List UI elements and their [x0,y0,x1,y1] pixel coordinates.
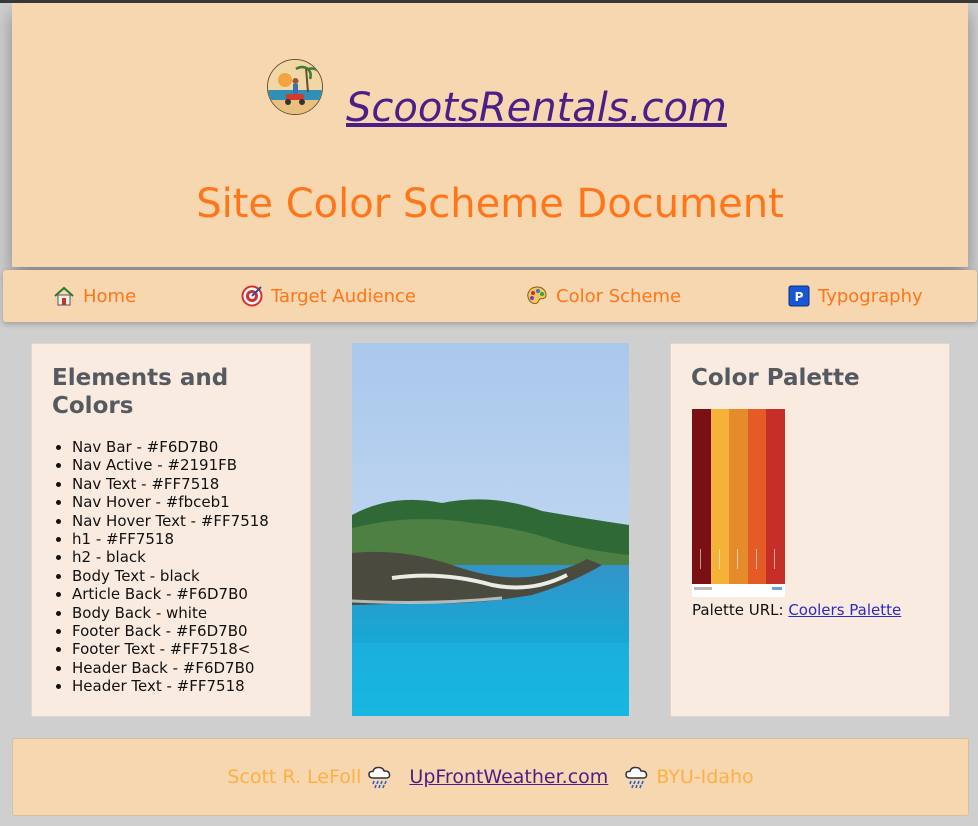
list-item: Nav Hover Text - #FF7518 [72,512,269,530]
nav-item-home[interactable]: Home [53,283,136,309]
nav-item-typography[interactable]: P Typography [788,283,923,309]
list-item: Header Back - #F6D7B0 [72,659,269,677]
palette-image [692,409,785,597]
palette-swatch [729,409,748,584]
page-title: Site Color Scheme Document [196,181,784,227]
nav-item-color-scheme[interactable]: Color Scheme [526,283,681,309]
list-item: Nav Active - #2191FB [72,456,269,474]
p-icon: P [788,285,810,307]
palette-swatch [710,409,730,584]
palette-swatch [692,409,711,584]
palette-heading: Color Palette [691,365,860,391]
list-item: Nav Bar - #F6D7B0 [72,438,269,456]
palette-footer-mark [694,587,712,590]
footer-author: Scott R. LeFoll [227,766,362,788]
svg-text:P: P [795,290,804,304]
list-item: Article Back - #F6D7B0 [72,585,269,603]
page-footer: Scott R. LeFoll UpFrontWeather.com BYU-I… [12,738,969,816]
elements-heading: Elements and Colors [52,365,229,419]
palette-url-label: Palette URL: [692,601,784,619]
palette-footer-mark [772,587,782,590]
list-item: Header Text - #FF7518 [72,677,269,695]
coolers-palette-link[interactable]: Coolers Palette [788,601,901,619]
nav-label: Typography [818,285,923,307]
elements-colors-card: Elements and Colors Nav Bar - #F6D7B0 Na… [31,343,311,717]
rain-cloud-icon [624,765,650,789]
color-palette-card: Color Palette Palette URL: Coolers Palet… [670,343,950,717]
weather-site-link[interactable]: UpFrontWeather.com [409,766,608,788]
nav-item-target-audience[interactable]: Target Audience [241,283,416,309]
scooter-logo-icon [267,59,323,115]
list-item: h1 - #FF7518 [72,530,269,548]
target-icon [241,285,263,307]
list-item: Body Text - black [72,567,269,585]
rain-cloud-icon [367,765,393,789]
beach-photo [352,343,629,716]
nav-label: Home [83,285,137,307]
list-item: h2 - black [72,548,269,566]
list-item: Footer Text - #FF7518< [72,640,269,658]
list-item: Nav Hover - #fbceb1 [72,493,269,511]
nav-label: Color Scheme [556,285,682,307]
list-item: Body Back - white [72,604,269,622]
list-item: Nav Text - #FF7518 [72,475,269,493]
palette-swatch [766,409,785,584]
house-icon [53,285,75,307]
palette-url-line: Palette URL: Coolers Palette [692,601,901,619]
elements-list: Nav Bar - #F6D7B0 Nav Active - #2191FB N… [52,438,269,696]
footer-school: BYU-Idaho [656,766,754,788]
main-nav: Home Target Audience Color Scheme P Typo… [3,270,977,322]
palette-icon [526,285,548,307]
site-home-link[interactable]: ScootsRentals.com [346,85,727,131]
palette-swatch [747,409,767,584]
list-item: Footer Back - #F6D7B0 [72,622,269,640]
nav-label: Target Audience [271,285,417,307]
page-header: ScootsRentals.com Site Color Scheme Docu… [12,3,968,267]
